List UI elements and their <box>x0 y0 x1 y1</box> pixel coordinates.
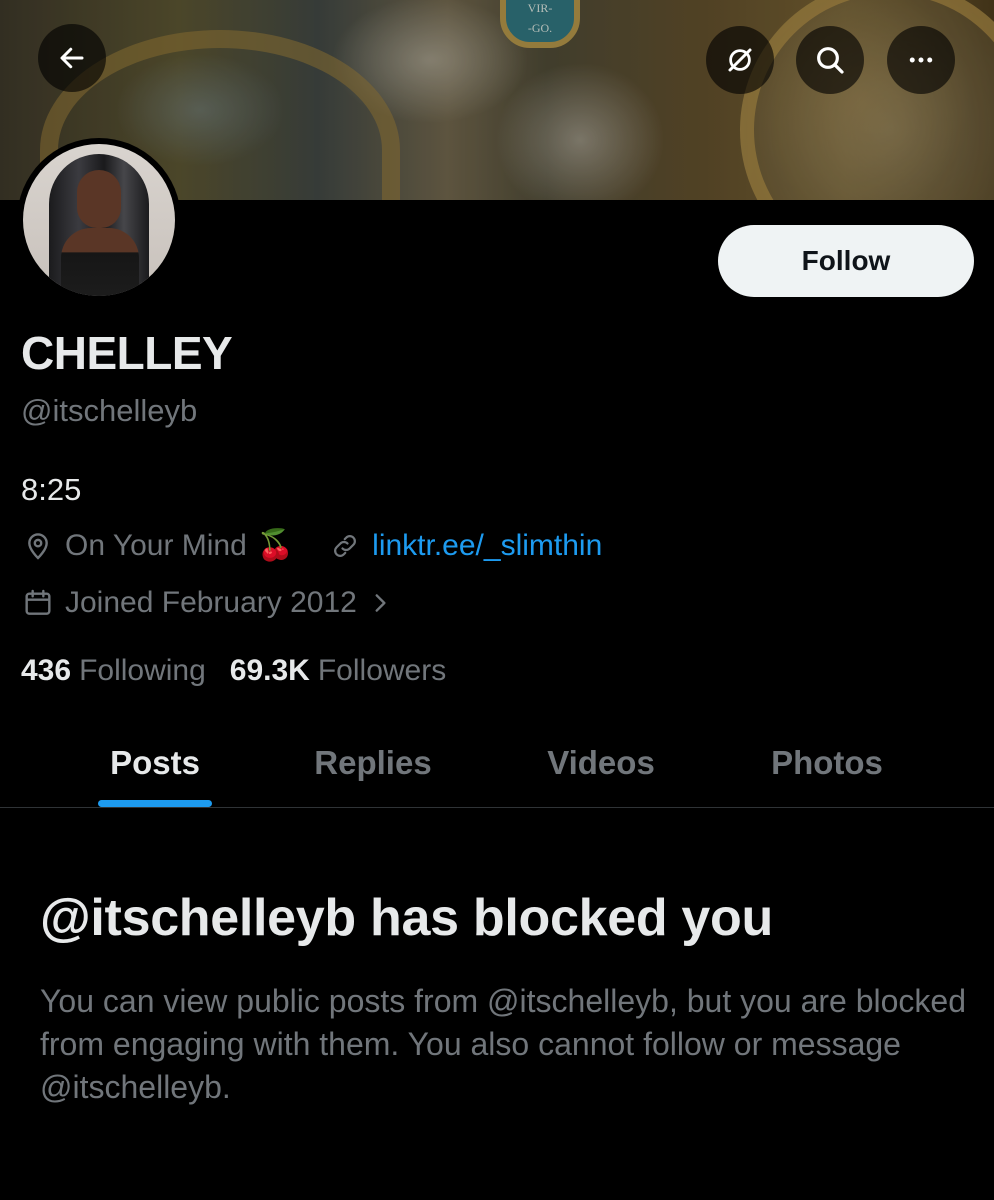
tab-videos[interactable]: Videos <box>530 718 672 808</box>
display-name: CHELLEY <box>21 327 233 379</box>
calendar-icon <box>21 586 55 620</box>
cherry-emoji: 🍒 <box>256 529 295 562</box>
followers-label: Followers <box>317 654 447 687</box>
tab-replies[interactable]: Replies <box>300 718 446 808</box>
avatar-photo <box>23 144 175 296</box>
active-tab-indicator <box>98 800 212 807</box>
arrow-left-icon <box>60 47 84 69</box>
avatar[interactable] <box>17 138 181 302</box>
search-button[interactable] <box>796 26 864 94</box>
followers-count: 69.3K <box>229 654 310 687</box>
profile-meta-joined-row[interactable]: Joined February 2012 <box>21 586 407 620</box>
follow-button[interactable]: Follow <box>718 225 974 297</box>
search-icon <box>817 47 844 74</box>
user-handle: @itschelleyb <box>21 393 198 428</box>
blocked-title: @itschelleyb has blocked you <box>40 889 773 947</box>
chevron-right-icon <box>363 586 397 620</box>
grok-icon <box>728 48 752 72</box>
profile-tabs: Posts Replies Videos Photos <box>0 718 994 808</box>
grok-button[interactable] <box>706 26 774 94</box>
more-button[interactable] <box>887 26 955 94</box>
following-stat[interactable]: 436 Following <box>21 654 206 688</box>
following-count: 436 <box>21 654 72 687</box>
more-horizontal-icon <box>909 57 933 63</box>
location-text: On Your Mind <box>65 528 247 562</box>
tab-photos[interactable]: Photos <box>756 718 898 808</box>
joined-date: Joined February 2012 <box>65 586 357 619</box>
follow-stats: 436 Following 69.3K Followers <box>21 654 470 688</box>
bio-text: 8:25 <box>21 472 82 507</box>
website-link[interactable]: linktr.ee/_slimthin <box>372 529 602 563</box>
location-pin-icon <box>21 529 55 563</box>
following-label: Following <box>79 654 206 687</box>
profile-meta-location-row: On Your Mind 🍒 linktr.ee/_slimthin <box>21 528 602 563</box>
link-icon <box>328 529 362 563</box>
back-button[interactable] <box>38 24 106 92</box>
followers-stat[interactable]: 69.3K Followers <box>230 654 446 688</box>
blocked-message: You can view public posts from @itschell… <box>40 983 967 1105</box>
tab-posts[interactable]: Posts <box>98 718 212 808</box>
